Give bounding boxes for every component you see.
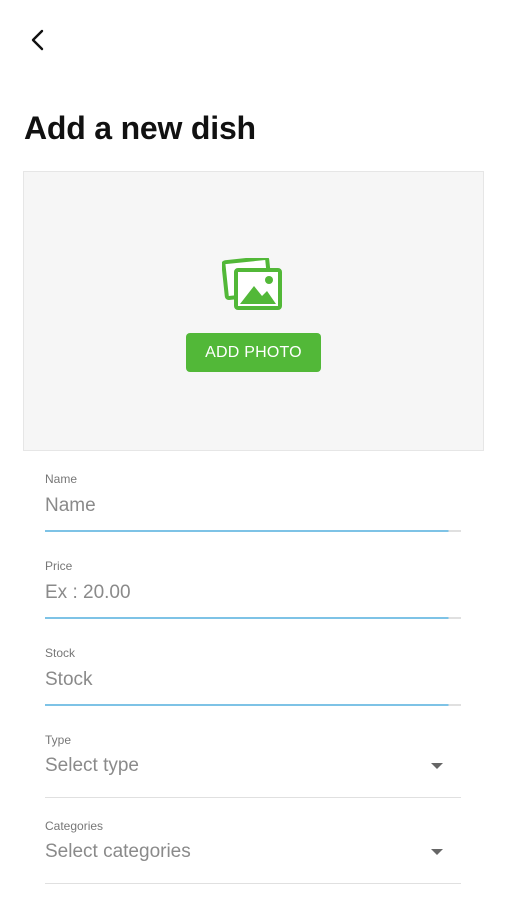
categories-label: Categories <box>45 819 104 833</box>
page-title: Add a new dish <box>24 110 256 146</box>
price-label: Price <box>45 559 73 573</box>
stock-input[interactable] <box>45 666 435 694</box>
chevron-left-icon <box>31 29 44 51</box>
categories-underline <box>45 883 461 884</box>
price-input[interactable] <box>45 579 435 607</box>
dropdown-arrow-icon[interactable] <box>431 763 443 769</box>
categories-value[interactable]: Select categories <box>45 841 191 863</box>
photo-upload-area[interactable]: ADD PHOTO <box>23 171 484 451</box>
name-label: Name <box>45 472 78 486</box>
stock-label: Stock <box>45 646 76 660</box>
categories-select[interactable]: Categories Select categories <box>45 819 461 885</box>
add-photo-button[interactable]: ADD PHOTO <box>186 333 321 372</box>
stock-underline <box>45 704 461 706</box>
name-input[interactable] <box>45 492 435 520</box>
type-select[interactable]: Type Select type <box>45 733 461 799</box>
price-underline <box>45 617 461 619</box>
type-underline <box>45 797 461 798</box>
image-gallery-icon <box>222 258 282 310</box>
type-label: Type <box>45 733 72 747</box>
back-button[interactable] <box>22 24 54 56</box>
dropdown-arrow-icon[interactable] <box>431 849 443 855</box>
name-underline <box>45 530 461 532</box>
type-value[interactable]: Select type <box>45 755 139 777</box>
